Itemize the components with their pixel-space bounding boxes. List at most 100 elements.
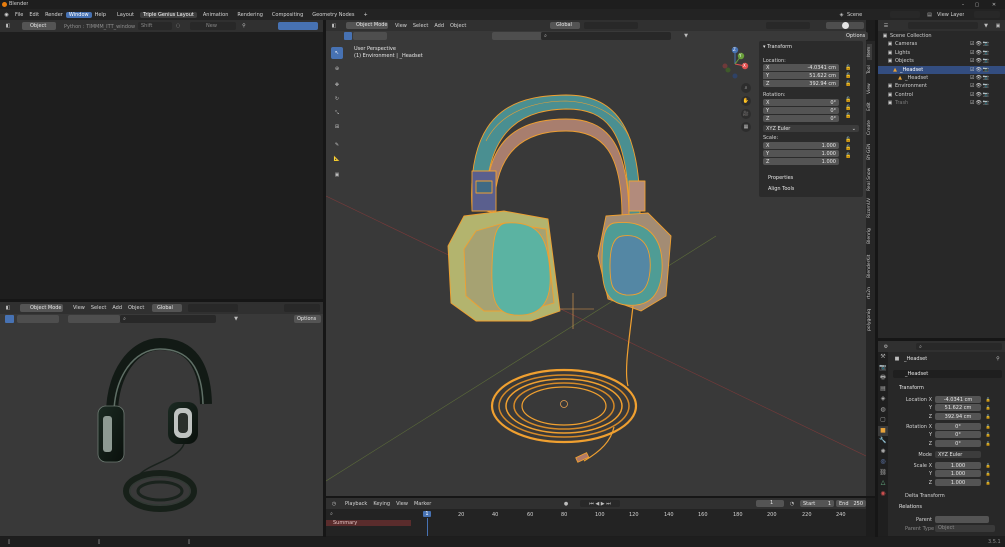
n-scale-x[interactable]: X 1.000: [763, 142, 839, 149]
tool-properties-tab-icon[interactable]: ⚒: [878, 352, 888, 363]
pin-icon[interactable]: ⚲: [994, 355, 1002, 362]
outliner-row[interactable]: ▣ Lights ☑👁📷: [878, 49, 1005, 57]
workspace-tab-compositing[interactable]: Compositing: [269, 12, 306, 18]
lock-icon[interactable]: 🔓: [984, 431, 992, 438]
visibility-toggle-icons[interactable]: ☑👁📷: [970, 67, 1002, 73]
preview-search-field[interactable]: [120, 315, 216, 323]
scene-selector[interactable]: Scene: [847, 12, 862, 18]
blender-menu-icon[interactable]: ◉: [3, 11, 10, 18]
main-visibility-buttons[interactable]: [492, 32, 542, 40]
add-cube-tool-icon[interactable]: ▣: [331, 169, 343, 181]
main-mode-dropdown[interactable]: Object Mode: [346, 22, 388, 29]
properties-search-field[interactable]: [916, 343, 1002, 350]
n-tab-by-gen[interactable]: BY-GEN: [867, 141, 872, 163]
add-workspace-button[interactable]: +: [360, 12, 370, 18]
lock-icon[interactable]: 🔓: [984, 404, 992, 411]
rotation-0-field[interactable]: 0°: [935, 423, 981, 430]
menu-file[interactable]: File: [12, 12, 26, 18]
view-layer-buttons[interactable]: [974, 11, 1000, 18]
visibility-toggle-icons[interactable]: ☑👁📷: [970, 58, 1002, 64]
new-collection-icon[interactable]: ▣: [994, 22, 1002, 29]
preview-visibility-buttons[interactable]: [68, 315, 120, 323]
navigation-gizmo[interactable]: Z X Y: [719, 44, 751, 80]
constraints-properties-tab-icon[interactable]: ⛓: [878, 468, 888, 479]
rotate-tool-icon[interactable]: ↻: [331, 93, 343, 105]
timeline-summary-row[interactable]: Summary: [326, 520, 411, 526]
outliner-filter-icon[interactable]: ▼: [982, 22, 990, 29]
outliner-row[interactable]: ▲ _Headset ☑👁📷: [878, 65, 1005, 74]
outliner-row[interactable]: ▣ Scene Collection: [878, 32, 1005, 40]
timeline-search-icon[interactable]: ⌕: [328, 511, 335, 517]
n-tab-blenderkit[interactable]: BlenderKit: [867, 251, 872, 281]
pin-icon[interactable]: ⚲: [240, 22, 248, 30]
rotation-mode-dropdown[interactable]: XYZ Euler: [935, 451, 981, 458]
lock-icon[interactable]: 🔓: [984, 462, 992, 469]
timeline-menu-marker[interactable]: Marker: [411, 501, 434, 507]
workspace-tab-triple-genius[interactable]: Triple Genius Layout: [140, 11, 197, 18]
outliner-search-field[interactable]: [908, 22, 978, 29]
physics-properties-tab-icon[interactable]: ◎: [878, 457, 888, 468]
preview-snap-buttons[interactable]: [188, 304, 238, 312]
visibility-toggle-icons[interactable]: ☑👁📷: [970, 92, 1002, 98]
main-orientation-dropdown[interactable]: Global: [550, 22, 580, 29]
scale-tool-icon[interactable]: ⤡: [331, 107, 343, 119]
menu-window[interactable]: Window: [65, 11, 92, 18]
n-tab-real-snow[interactable]: Real Snow: [867, 165, 872, 193]
n-align-tools-subpanel[interactable]: Align Tools: [768, 186, 794, 192]
select-tool-icon[interactable]: ↖: [331, 47, 343, 59]
preview-menu-view[interactable]: View: [70, 305, 88, 311]
location-2-field[interactable]: 392.94 cm: [935, 412, 981, 420]
n-tab-rizomuv[interactable]: RizomUV: [867, 196, 872, 220]
outliner-row[interactable]: ▣ Objects ☑👁📷: [878, 57, 1005, 65]
playback-controls[interactable]: ⏮ ◀ ▶ ⏭: [580, 500, 620, 507]
output-properties-tab-icon[interactable]: 🖶: [878, 373, 888, 384]
start-frame-field[interactable]: Start 1: [800, 500, 834, 507]
move-tool-icon[interactable]: ✥: [331, 79, 343, 91]
measure-tool-icon[interactable]: 📐: [331, 153, 343, 165]
lock-icon[interactable]: 🔓: [984, 479, 992, 486]
timeline-menu-keying[interactable]: Keying: [370, 501, 393, 507]
object-name-field[interactable]: _Headset: [893, 370, 1002, 378]
data-properties-tab-icon[interactable]: △: [878, 478, 888, 489]
editor-type-icon[interactable]: ◷: [329, 500, 339, 507]
main-menu-select[interactable]: Select: [410, 23, 431, 29]
collection-properties-tab-icon[interactable]: ▢: [878, 415, 888, 426]
playhead-frame[interactable]: 1: [423, 511, 431, 517]
preview-mode-dropdown[interactable]: Object Mode: [20, 304, 63, 312]
lock-icon[interactable]: 🔓: [984, 440, 992, 447]
main-search-field[interactable]: [541, 32, 671, 40]
location-1-field[interactable]: 51.622 cm: [935, 404, 981, 412]
menu-help[interactable]: Help: [92, 12, 109, 18]
delta-transform-subpanel[interactable]: Delta Transform: [905, 493, 945, 499]
camera-view-icon[interactable]: 🎥: [741, 109, 751, 119]
preview-shading-buttons[interactable]: [284, 304, 320, 312]
solid-shading-icon[interactable]: [842, 22, 849, 29]
preview-orientation-dropdown[interactable]: Global: [152, 304, 182, 312]
lock-icon[interactable]: 🔓: [984, 470, 992, 477]
visibility-toggle-icons[interactable]: ☑👁📷: [970, 100, 1002, 106]
main-menu-object[interactable]: Object: [447, 23, 469, 29]
n-tab-rtx2n[interactable]: rtx2n: [867, 284, 872, 302]
outliner-row[interactable]: ▲ _Headset ☑👁📷: [878, 74, 1005, 82]
world-properties-tab-icon[interactable]: ◍: [878, 405, 888, 416]
workspace-tab-geometry-nodes[interactable]: Geometry Nodes: [309, 12, 357, 18]
workspace-tab-animation[interactable]: Animation: [200, 12, 232, 18]
pan-hand-icon[interactable]: ✋: [741, 96, 751, 106]
zoom-icon[interactable]: ⌕: [741, 83, 751, 93]
main-gizmo-toggles[interactable]: [766, 22, 810, 29]
workspace-tab-rendering[interactable]: Rendering: [234, 12, 266, 18]
rotation-2-field[interactable]: 0°: [935, 439, 981, 447]
main-select-box-icon[interactable]: [344, 32, 352, 40]
visibility-toggle-icons[interactable]: ☑👁📷: [970, 41, 1002, 47]
material-properties-tab-icon[interactable]: ◉: [878, 489, 888, 500]
n-tab-item[interactable]: Item: [867, 44, 872, 60]
globe-icon[interactable]: ◌: [174, 22, 182, 30]
new-text-button[interactable]: New: [190, 22, 236, 30]
n-tab-edit[interactable]: Edit: [867, 99, 872, 115]
visibility-toggle-icons[interactable]: ☑👁📷: [970, 75, 1002, 81]
perspective-toggle-icon[interactable]: ▦: [741, 122, 751, 132]
main-select-modes[interactable]: [353, 32, 387, 40]
n-location-y[interactable]: Y 51.622 cm: [763, 72, 839, 79]
parent-type-dropdown[interactable]: Object: [935, 525, 995, 532]
modifier-properties-tab-icon[interactable]: 🔧: [878, 436, 888, 447]
